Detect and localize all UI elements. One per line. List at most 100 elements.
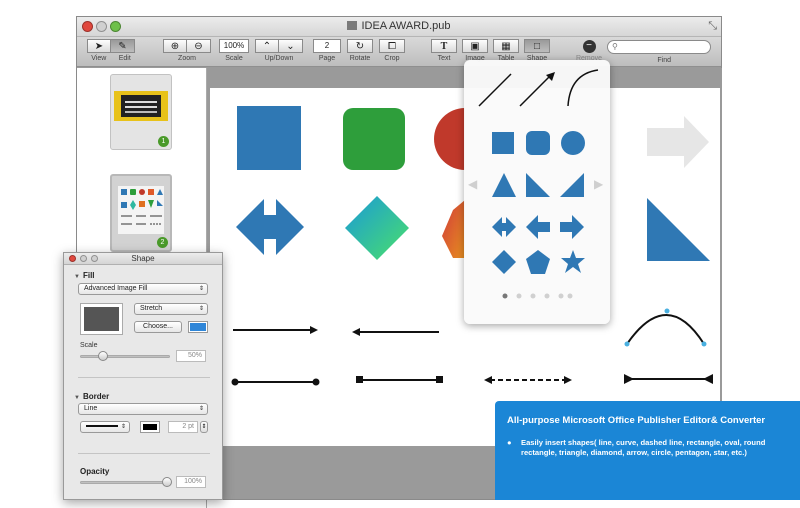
rotate-label: Rotate [349, 55, 371, 62]
rounded-rectangle-shape[interactable] [343, 108, 405, 170]
fill-mode-select[interactable]: Stretch ⇕ [134, 303, 208, 315]
fill-section-title[interactable]: ▼ Fill [74, 271, 95, 280]
zoom-out-button[interactable]: ⊖ [187, 39, 211, 53]
curve-line[interactable] [626, 314, 705, 345]
scale-value-field[interactable]: 50% [176, 350, 206, 362]
remove-button[interactable]: − [576, 39, 602, 53]
choose-image-button[interactable]: Choose... [134, 321, 182, 333]
zoom-label: Zoom [178, 55, 196, 62]
triangle-shape-option[interactable] [492, 173, 516, 197]
search-input[interactable]: ⚲ [607, 40, 711, 54]
left-arrow-shape-option[interactable] [526, 215, 550, 239]
opacity-value-field[interactable]: 100% [176, 476, 206, 488]
scale-field[interactable]: 100% [219, 39, 249, 53]
insert-text-button[interactable]: T [431, 39, 457, 53]
window-title: IDEA AWARD.pub [77, 20, 721, 32]
rotate-button[interactable]: ↻ [347, 39, 373, 53]
pencil-icon: ✎ [118, 40, 127, 52]
edit-button[interactable]: ✎ [111, 39, 135, 53]
page-down-button[interactable]: ⌄ [279, 39, 303, 53]
find-label: Find [657, 57, 671, 64]
text-group: T Text [431, 39, 457, 62]
rectangle-shape[interactable] [237, 106, 301, 170]
image-icon: ▣ [470, 40, 480, 52]
panel-title: Shape [131, 254, 155, 263]
document-icon [347, 21, 358, 30]
crop-button[interactable]: ⧠ [379, 39, 405, 53]
promo-title: All-purpose Microsoft Office Publisher E… [507, 415, 766, 426]
rounded-square-shape-option[interactable] [526, 131, 550, 155]
insert-image-button[interactable]: ▣ [462, 39, 488, 53]
insert-shape-button[interactable]: □ [524, 39, 550, 53]
border-color-well[interactable] [140, 421, 160, 433]
right-arrow-shape[interactable] [647, 116, 709, 168]
curve-shape-option[interactable] [567, 69, 599, 107]
right-triangle-shape[interactable] [647, 198, 710, 261]
insert-table-button[interactable]: ▦ [493, 39, 519, 53]
crop-label: Crop [384, 55, 400, 62]
line-shape-option[interactable] [478, 73, 512, 107]
border-width-field[interactable]: 2 pt [168, 421, 198, 433]
fullscreen-icon[interactable]: ⤡ [708, 20, 717, 33]
zoom-group: ⊕ ⊖ Zoom [163, 39, 211, 62]
table-group: ▦ Table [493, 39, 519, 62]
zoom-in-icon: ⊕ [170, 40, 180, 52]
scale-slider-track[interactable] [80, 355, 170, 358]
crop-group: ⧠ Crop [379, 39, 405, 62]
page-dot[interactable] [558, 293, 564, 299]
right-triangle-shape-option[interactable] [526, 173, 550, 197]
zoom-out-icon: ⊖ [194, 40, 203, 52]
fill-image-well[interactable] [80, 303, 123, 335]
border-width-stepper[interactable]: ⇕ [200, 421, 208, 433]
opacity-slider-knob[interactable] [162, 477, 172, 487]
page-dot-active[interactable] [502, 293, 508, 299]
divider [78, 453, 210, 454]
page-dot[interactable] [544, 293, 550, 299]
page-thumbnail-1[interactable]: 1 [110, 74, 172, 150]
circle-shape-option[interactable] [561, 131, 585, 155]
diamond-shape[interactable] [345, 196, 409, 260]
page-thumbnail-2[interactable]: 2 [110, 174, 172, 252]
fill-color-well[interactable] [188, 321, 208, 333]
line-style-select[interactable]: ⇕ [80, 421, 130, 433]
view-button[interactable]: ➤ [87, 39, 111, 53]
border-color-swatch [143, 424, 157, 430]
reverse-triangle-shape-option[interactable] [560, 173, 584, 197]
edit-label: Edit [118, 55, 131, 62]
border-title: Border [82, 392, 110, 401]
stepper-arrows-icon: ⇕ [201, 424, 207, 430]
pentagon-shape[interactable] [442, 200, 465, 258]
zoom-in-button[interactable]: ⊕ [163, 39, 187, 53]
left-right-arrow-shape[interactable] [236, 199, 304, 255]
right-arrow-shape-option[interactable] [560, 215, 584, 239]
page-number-field[interactable]: 2 [313, 39, 341, 53]
star-shape-option[interactable] [561, 250, 585, 273]
rotate-group: ↻ Rotate [347, 39, 373, 62]
opacity-title: Opacity [80, 467, 110, 476]
select-arrows-icon: ⇕ [120, 424, 126, 430]
page-up-button[interactable]: ⌃ [255, 39, 279, 53]
previous-page-icon[interactable]: ◀ [468, 177, 478, 191]
scale-slider-knob[interactable] [98, 351, 108, 361]
diamond-shape-option[interactable] [492, 250, 516, 274]
line-style-preview [86, 425, 118, 428]
square-shape-option[interactable] [492, 132, 514, 154]
fill-type-select[interactable]: Advanced Image Fill ⇕ [78, 283, 208, 295]
border-type-select[interactable]: Line ⇕ [78, 403, 208, 415]
oval-shape[interactable] [434, 108, 465, 170]
fill-color-swatch [190, 323, 206, 331]
select-arrows-icon: ⇕ [198, 286, 204, 292]
next-page-icon[interactable]: ▶ [594, 177, 604, 191]
fill-image-preview [84, 307, 119, 331]
double-arrow-shape-option[interactable] [492, 217, 516, 237]
page-dot[interactable] [530, 293, 536, 299]
page-label: Page [318, 55, 336, 62]
page-dot[interactable] [516, 293, 522, 299]
opacity-slider-track[interactable] [80, 481, 170, 484]
border-section-title[interactable]: ▼ Border [74, 392, 109, 401]
shape-picker-grid: ◀ ▶ [468, 54, 604, 299]
arrow-shape-option[interactable] [519, 74, 552, 107]
pentagon-shape-option[interactable] [526, 250, 550, 274]
border-type-value: Line [84, 405, 98, 412]
page-dot[interactable] [567, 293, 573, 299]
